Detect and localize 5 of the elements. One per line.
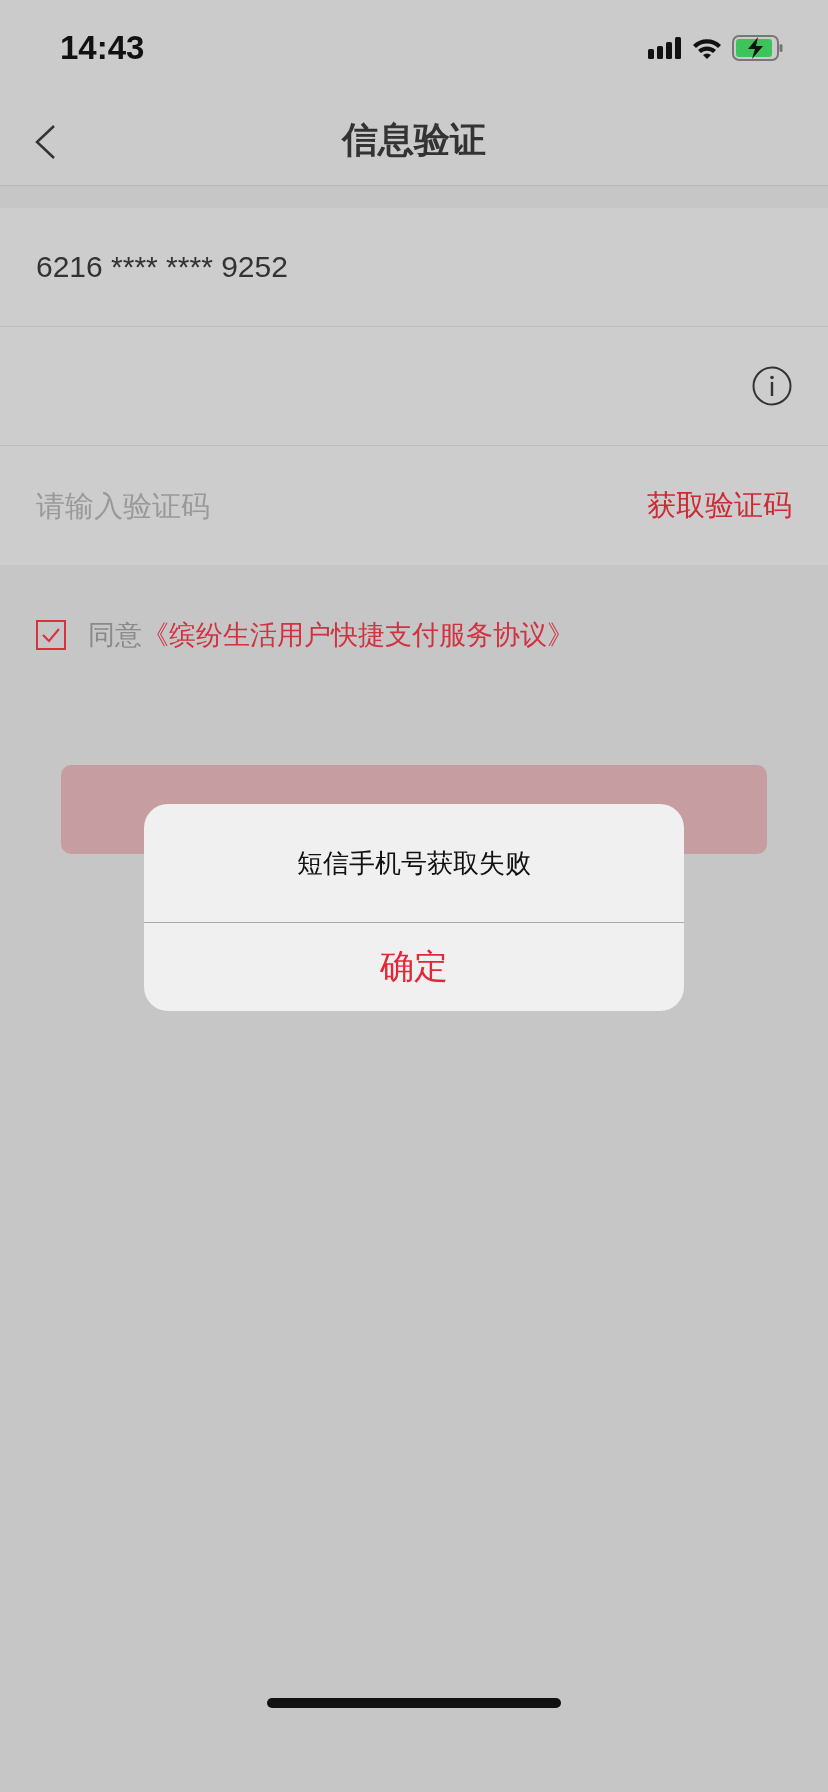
status-time: 14:43 — [60, 28, 145, 67]
agreement-label: 同意 — [88, 618, 142, 652]
alert-message: 短信手机号获取失败 — [144, 804, 684, 923]
card-number: 6216 **** **** 9252 — [36, 250, 288, 284]
page-title: 信息验证 — [342, 117, 486, 162]
